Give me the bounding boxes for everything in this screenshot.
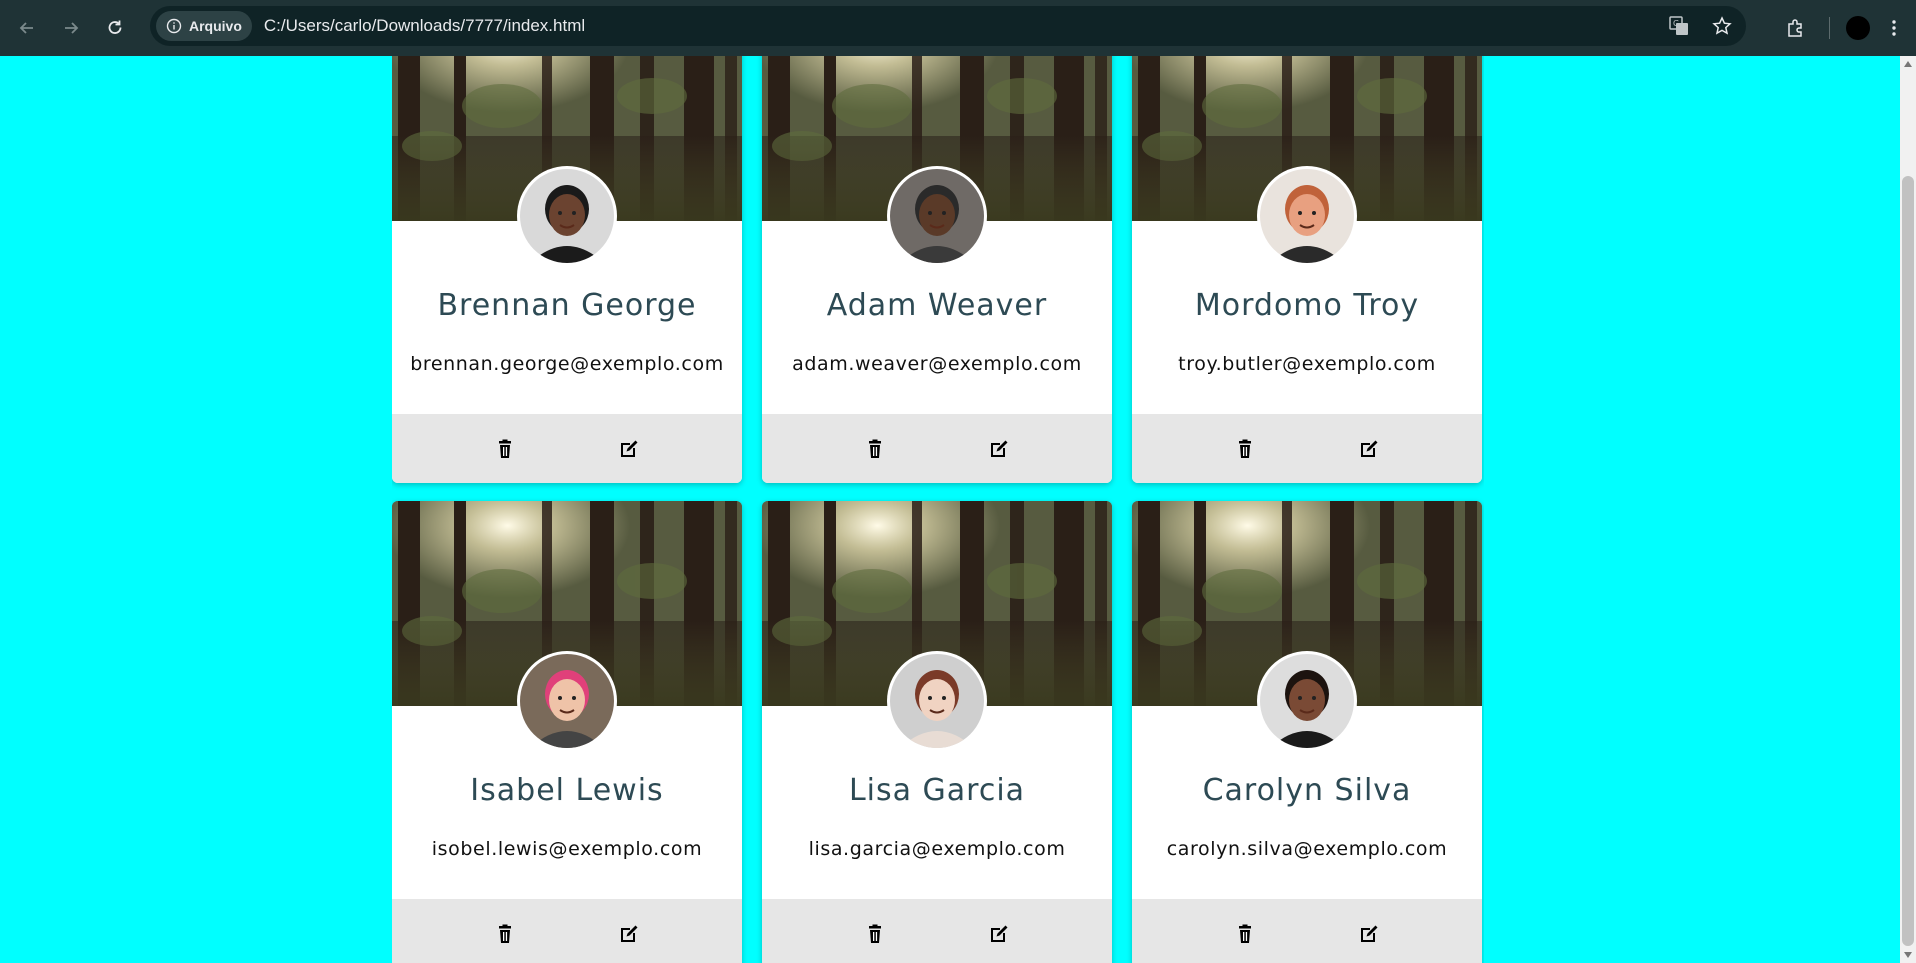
triangle-up-icon	[1904, 61, 1912, 67]
user-email: carolyn.silva@exemplo.com	[1166, 838, 1448, 860]
trash-icon	[869, 439, 881, 458]
edit-button[interactable]	[617, 922, 641, 946]
delete-button[interactable]	[1233, 922, 1257, 946]
site-chip-label: Arquivo	[189, 18, 242, 34]
user-name: Brennan George	[437, 288, 697, 323]
user-name: Mordomo Troy	[1194, 288, 1420, 323]
translate-icon[interactable]: G	[1668, 15, 1690, 37]
avatar	[1260, 169, 1354, 263]
extensions-button[interactable]	[1777, 10, 1813, 46]
edit-icon	[991, 440, 1008, 457]
star-icon[interactable]	[1712, 16, 1732, 36]
card-actions	[762, 414, 1112, 483]
avatar	[887, 166, 987, 266]
delete-button[interactable]	[493, 437, 517, 461]
edit-icon	[621, 925, 638, 942]
delete-button[interactable]	[1233, 437, 1257, 461]
card-grid: Brennan George brennan.george@exemplo.co…	[392, 56, 1484, 963]
user-card: Brennan George brennan.george@exemplo.co…	[392, 56, 742, 483]
user-email: adam.weaver@exemplo.com	[792, 353, 1082, 375]
arrow-left-icon	[19, 22, 33, 34]
user-name: Adam Weaver	[826, 288, 1048, 323]
edit-icon	[621, 440, 638, 457]
url-text[interactable]: C:/Users/carlo/Downloads/7777/index.html	[264, 16, 585, 36]
edit-button[interactable]	[617, 437, 641, 461]
user-name: Carolyn Silva	[1202, 773, 1412, 808]
arrow-right-icon	[65, 22, 79, 34]
avatar	[1257, 166, 1357, 266]
user-name: Lisa Garcia	[848, 773, 1026, 808]
trash-icon	[1239, 439, 1251, 458]
user-card: Lisa Garcia lisa.garcia@exemplo.com	[762, 501, 1112, 963]
trash-icon	[1239, 924, 1251, 943]
card-actions	[392, 414, 742, 483]
browser-toolbar: Arquivo C:/Users/carlo/Downloads/7777/in…	[0, 0, 1916, 56]
avatar	[520, 654, 614, 748]
forward-button[interactable]	[53, 10, 89, 46]
menu-button[interactable]	[1876, 10, 1912, 46]
avatar	[887, 651, 987, 751]
edit-button[interactable]	[987, 437, 1011, 461]
delete-button[interactable]	[863, 437, 887, 461]
user-email: isobel.lewis@exemplo.com	[431, 838, 703, 860]
reload-icon	[108, 20, 122, 34]
user-card: Mordomo Troy troy.butler@exemplo.com	[1132, 56, 1482, 483]
delete-button[interactable]	[493, 922, 517, 946]
avatar	[1257, 651, 1357, 751]
edit-button[interactable]	[987, 922, 1011, 946]
avatar	[890, 169, 984, 263]
profile-button[interactable]	[1840, 10, 1876, 46]
address-bar[interactable]: Arquivo C:/Users/carlo/Downloads/7777/in…	[150, 6, 1746, 46]
card-actions	[762, 899, 1112, 963]
edit-button[interactable]	[1357, 437, 1381, 461]
trash-icon	[499, 439, 511, 458]
toolbar-separator	[1829, 17, 1830, 39]
edit-button[interactable]	[1357, 922, 1381, 946]
kebab-menu-icon	[1892, 20, 1896, 36]
user-email: troy.butler@exemplo.com	[1178, 353, 1436, 375]
info-icon	[166, 18, 182, 34]
scroll-thumb[interactable]	[1902, 176, 1914, 946]
scroll-down-arrow[interactable]	[1900, 947, 1916, 963]
puzzle-icon	[1788, 19, 1802, 37]
avatar	[890, 654, 984, 748]
user-email: lisa.garcia@exemplo.com	[808, 838, 1066, 860]
scrollbar[interactable]	[1900, 56, 1916, 963]
back-button[interactable]	[9, 10, 45, 46]
trash-icon	[499, 924, 511, 943]
triangle-down-icon	[1904, 952, 1912, 958]
delete-button[interactable]	[863, 922, 887, 946]
avatar	[1260, 654, 1354, 748]
user-name: Isabel Lewis	[470, 773, 664, 808]
scroll-up-arrow[interactable]	[1900, 56, 1916, 72]
edit-icon	[1361, 440, 1378, 457]
user-card: Isabel Lewis isobel.lewis@exemplo.com	[392, 501, 742, 963]
avatar	[517, 651, 617, 751]
svg-text:G: G	[1673, 19, 1679, 28]
trash-icon	[869, 924, 881, 943]
card-actions	[1132, 414, 1482, 483]
user-card: Carolyn Silva carolyn.silva@exemplo.com	[1132, 501, 1482, 963]
site-info-chip[interactable]: Arquivo	[156, 11, 252, 41]
user-email: brennan.george@exemplo.com	[410, 353, 724, 375]
avatar	[517, 166, 617, 266]
avatar	[1846, 16, 1870, 40]
user-card: Adam Weaver adam.weaver@exemplo.com	[762, 56, 1112, 483]
card-actions	[392, 899, 742, 963]
avatar	[520, 169, 614, 263]
edit-icon	[991, 925, 1008, 942]
edit-icon	[1361, 925, 1378, 942]
reload-button[interactable]	[97, 10, 133, 46]
card-actions	[1132, 899, 1482, 963]
